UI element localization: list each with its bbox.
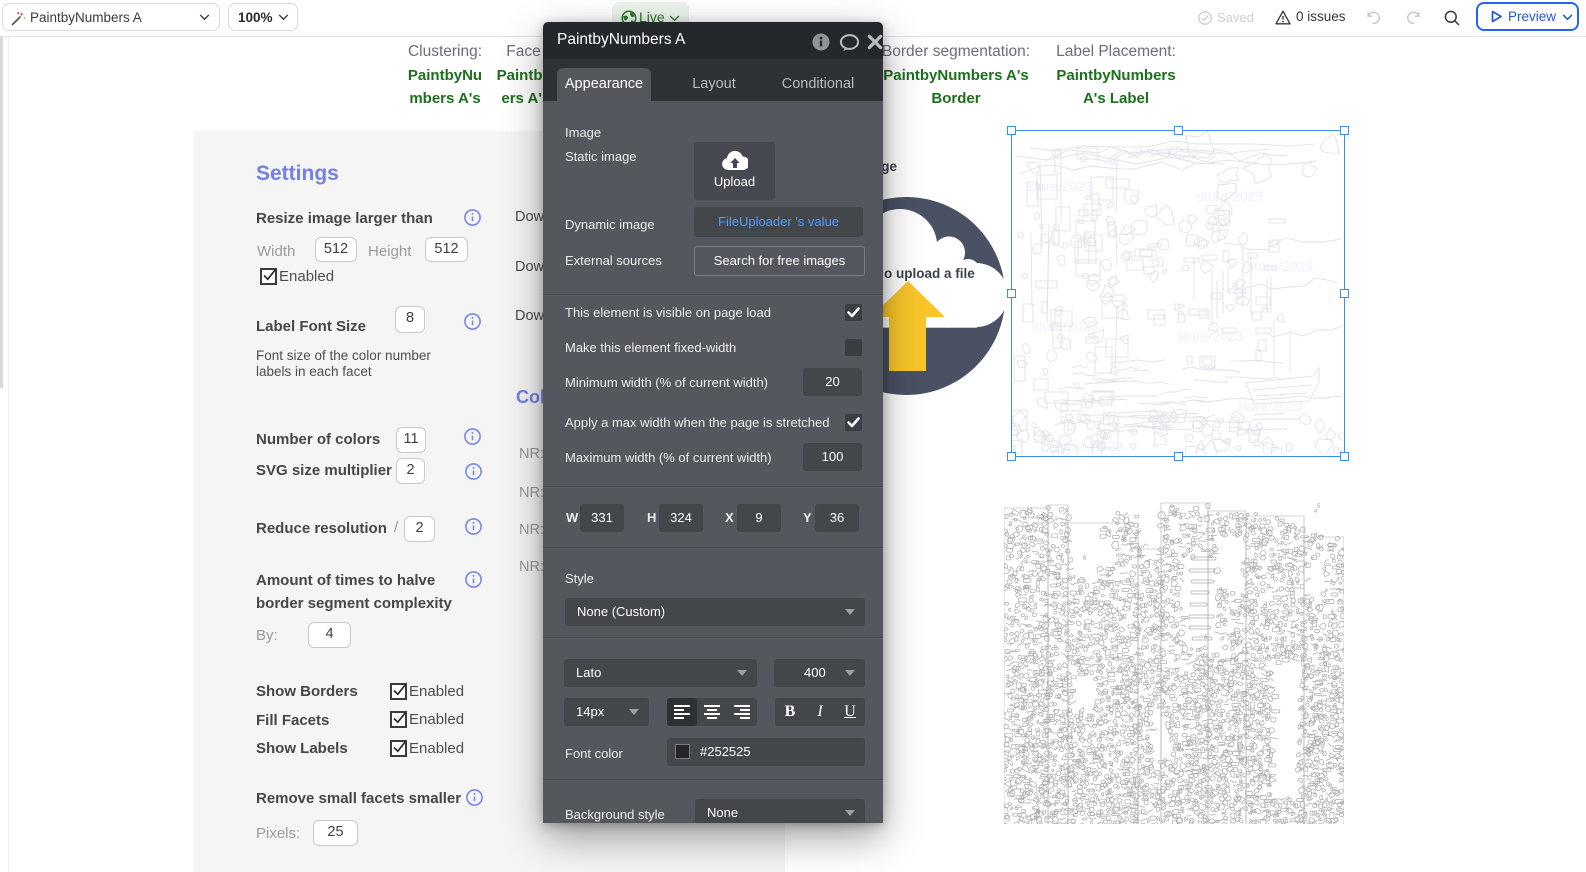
svg-text:store/2023: store/2023 (1237, 398, 1303, 414)
svg-text:store/2023: store/2023 (1197, 188, 1263, 204)
svg-text:store/2023: store/2023 (1057, 438, 1123, 454)
svg-text:store/2023: store/2023 (1247, 258, 1313, 274)
